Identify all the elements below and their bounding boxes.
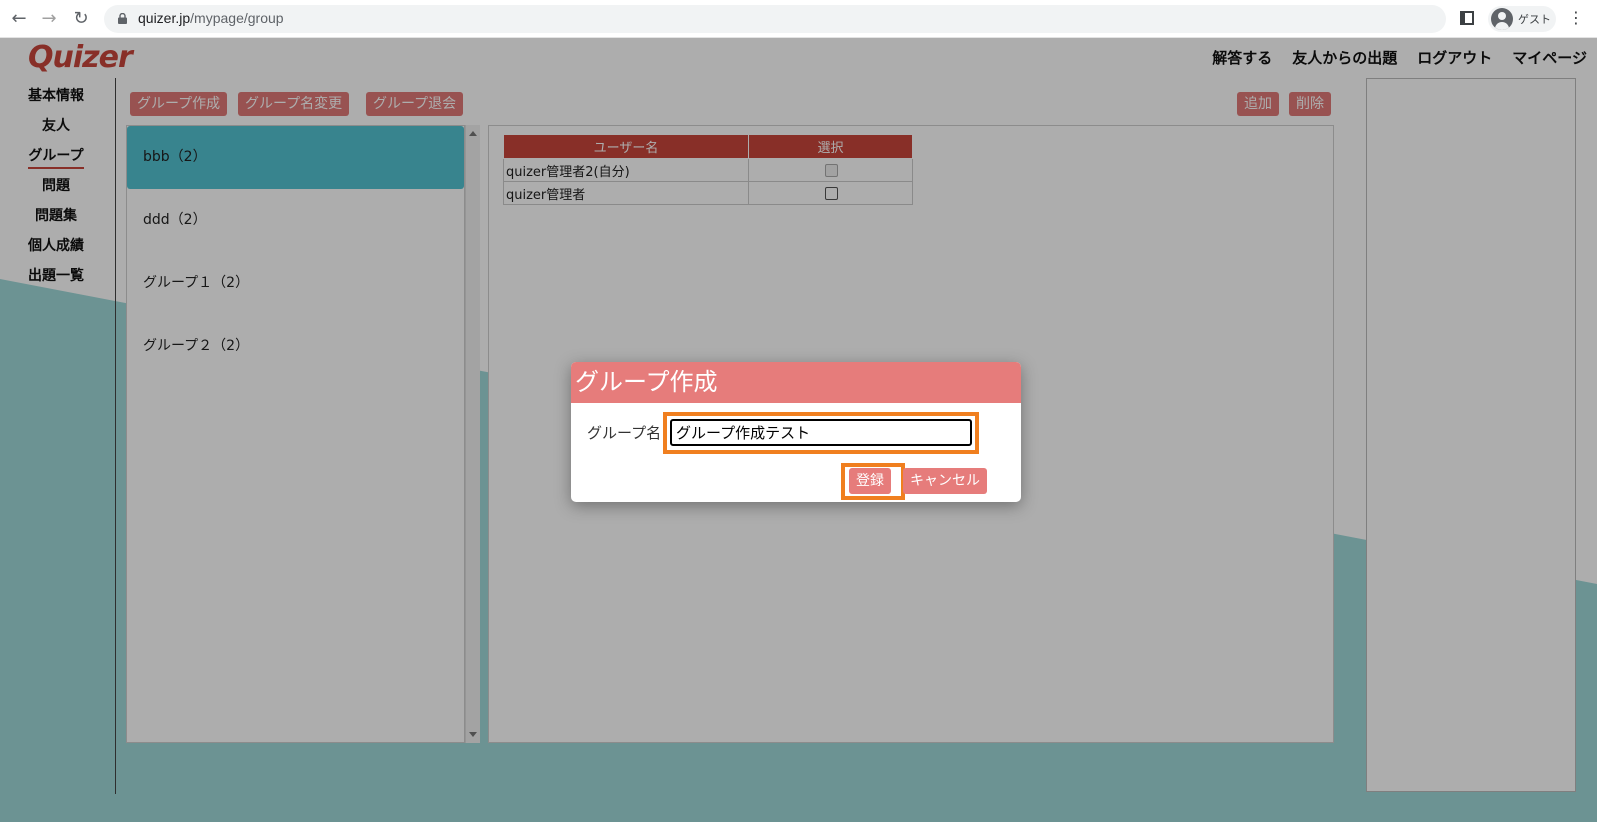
cancel-button[interactable]: キャンセル [903,468,987,494]
kebab-menu-icon[interactable]: ⋮ [1568,8,1584,28]
reload-icon[interactable]: ↻ [70,8,92,30]
profile-button[interactable]: ゲスト [1488,6,1556,32]
group-name-input[interactable] [670,419,972,446]
url-text: quizer.jp/mypage/group [138,10,284,26]
profile-name: ゲスト [1518,13,1551,26]
group-name-label: グループ名 [587,424,662,442]
browser-toolbar: ← → ↻ quizer.jp/mypage/group ゲスト ⋮ [0,0,1597,38]
register-button[interactable]: 登録 [849,468,891,494]
lock-icon [118,13,127,24]
dialog-title: グループ作成 [571,362,1021,403]
back-arrow-icon[interactable]: ← [8,8,30,30]
side-panel-icon[interactable] [1460,11,1474,25]
forward-arrow-icon[interactable]: → [38,8,60,30]
url-path: /mypage/group [190,10,284,26]
avatar [1491,8,1513,30]
create-group-dialog: グループ作成 グループ名 登録 キャンセル [571,362,1021,502]
url-host: quizer.jp [138,10,191,26]
address-bar[interactable]: quizer.jp/mypage/group [104,5,1446,33]
